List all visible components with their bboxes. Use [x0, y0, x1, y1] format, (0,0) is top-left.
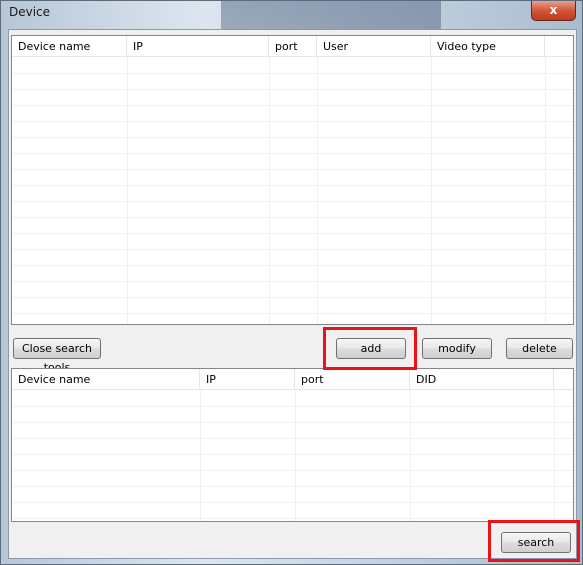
add-button-highlight [323, 327, 417, 370]
client-area: Device name IP port User Video type Clos… [8, 29, 577, 559]
empty-table-row [12, 90, 573, 106]
search-button-highlight [488, 520, 580, 562]
empty-table-row [12, 455, 573, 471]
device-list-table[interactable]: Device name IP port User Video type [11, 35, 574, 325]
column-header-did[interactable]: DID [410, 369, 554, 390]
empty-table-row [12, 202, 573, 218]
empty-table-row [12, 298, 573, 314]
search-results-table[interactable]: Device name IP port DID [11, 368, 574, 522]
delete-button[interactable]: delete [506, 338, 573, 359]
close-button[interactable]: x [531, 1, 576, 21]
empty-table-row [12, 423, 573, 439]
column-header-port[interactable]: port [269, 36, 317, 57]
close-icon: x [549, 3, 558, 17]
empty-table-row [12, 266, 573, 282]
column-header-ip[interactable]: IP [200, 369, 295, 390]
device-window: Device x Device name IP port User Video … [0, 0, 583, 565]
empty-table-row [12, 170, 573, 186]
modify-button[interactable]: modify [422, 338, 492, 359]
search-results-header: Device name IP port DID [12, 369, 573, 390]
empty-table-row [12, 58, 573, 74]
empty-table-row [12, 407, 573, 423]
empty-table-row [12, 503, 573, 519]
empty-table-row [12, 391, 573, 407]
column-header-user[interactable]: User [317, 36, 431, 57]
empty-table-row [12, 154, 573, 170]
empty-table-row [12, 138, 573, 154]
empty-table-row [12, 122, 573, 138]
title-bar-glow [221, 1, 441, 29]
empty-table-row [12, 106, 573, 122]
empty-table-row [12, 250, 573, 266]
title-bar[interactable]: Device x [1, 1, 582, 29]
empty-table-row [12, 186, 573, 202]
column-header-device-name[interactable]: Device name [12, 369, 200, 390]
window-title: Device [9, 5, 51, 19]
column-header-port[interactable]: port [295, 369, 410, 390]
empty-table-row [12, 234, 573, 250]
column-header-device-name[interactable]: Device name [12, 36, 127, 57]
empty-table-row [12, 218, 573, 234]
device-list-header: Device name IP port User Video type [12, 36, 573, 57]
empty-table-row [12, 439, 573, 455]
empty-table-row [12, 74, 573, 90]
empty-table-row [12, 487, 573, 503]
column-header-video-type[interactable]: Video type [431, 36, 545, 57]
column-header-ip[interactable]: IP [127, 36, 269, 57]
empty-table-row [12, 282, 573, 298]
empty-table-row [12, 471, 573, 487]
close-search-tools-button[interactable]: Close search tools [13, 338, 101, 374]
